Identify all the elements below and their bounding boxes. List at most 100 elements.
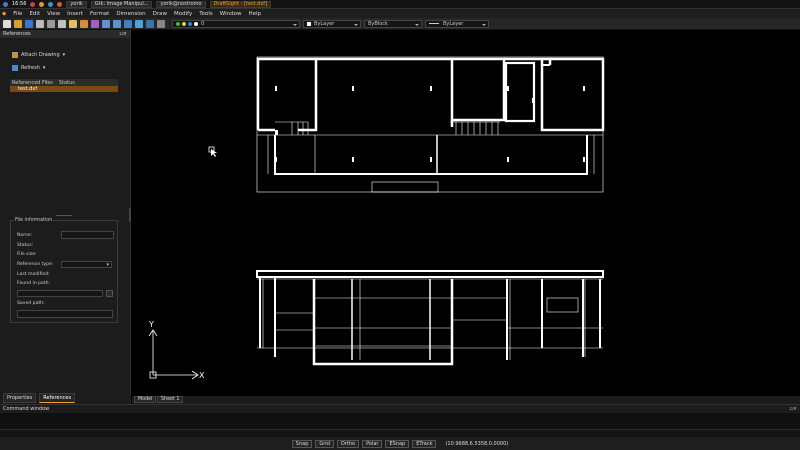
menu-format[interactable]: Format bbox=[90, 11, 109, 17]
linestyle-select[interactable]: ByBlock bbox=[364, 19, 422, 28]
launcher-icon-2[interactable] bbox=[39, 1, 45, 7]
tab-references[interactable]: References bbox=[39, 393, 76, 403]
lineweight-select[interactable]: ByLayer bbox=[425, 19, 489, 28]
file-information-title: File information bbox=[14, 218, 54, 223]
command-window: Command window ▫× bbox=[0, 404, 800, 437]
column-status[interactable]: Status bbox=[59, 80, 75, 86]
launcher-icon-3[interactable] bbox=[48, 1, 54, 7]
menu-tools[interactable]: Tools bbox=[199, 11, 213, 17]
foundpath-label: Found in path: bbox=[17, 281, 51, 286]
polar-toggle[interactable]: Polar bbox=[362, 439, 383, 448]
paste-icon[interactable] bbox=[80, 19, 88, 28]
menu-file[interactable]: File bbox=[13, 11, 22, 17]
menu-bar: ◆ File Edit View Insert Format Dimension… bbox=[0, 9, 800, 18]
layer-on-icon bbox=[176, 21, 180, 26]
file-information-group: File information Name: Status: File size… bbox=[10, 218, 118, 323]
menu-insert[interactable]: Insert bbox=[67, 11, 83, 17]
referenced-files-table: Referenced Files Status test.dxf bbox=[10, 79, 118, 92]
zoom-window-icon[interactable] bbox=[146, 19, 154, 28]
savedpath-field[interactable] bbox=[17, 310, 113, 318]
reftype-label: Reference type: bbox=[17, 262, 54, 267]
sheet-tab-bar: Model Sheet 1 bbox=[132, 396, 800, 404]
bench bbox=[371, 181, 439, 193]
app-icon: ◆ bbox=[2, 10, 7, 17]
room-wall bbox=[316, 57, 454, 127]
chevron-down-icon: ▾ bbox=[106, 262, 109, 268]
undo-icon[interactable] bbox=[102, 19, 110, 28]
lastmod-label: Last modified: bbox=[17, 272, 50, 277]
cad-drawing: Y X bbox=[148, 56, 605, 380]
browse-button[interactable] bbox=[106, 290, 113, 297]
taskbar-window-3[interactable]: yorik@nostromo bbox=[156, 0, 206, 8]
system-taskbar: 16:56 yorik Gtk: Image Manipul... yorik@… bbox=[0, 0, 800, 9]
splitter-handle[interactable] bbox=[56, 215, 72, 216]
attach-drawing-button[interactable]: Attach Drawing ▾ bbox=[12, 52, 65, 58]
crosshair-cursor-icon bbox=[208, 146, 217, 157]
match-properties-icon[interactable] bbox=[91, 19, 99, 28]
layer-manager-icon[interactable] bbox=[157, 19, 165, 28]
menu-edit[interactable]: Edit bbox=[29, 11, 40, 17]
print-icon[interactable] bbox=[36, 19, 44, 28]
name-label: Name: bbox=[17, 233, 33, 238]
tab-properties[interactable]: Properties bbox=[3, 393, 37, 403]
color-select[interactable]: ByLayer bbox=[303, 19, 361, 28]
foundpath-field[interactable] bbox=[17, 290, 103, 297]
elevation bbox=[256, 270, 604, 366]
zoom-icon[interactable] bbox=[135, 19, 143, 28]
copy-icon[interactable] bbox=[69, 19, 77, 28]
savedpath-label: Saved path: bbox=[17, 301, 45, 306]
menu-draw[interactable]: Draw bbox=[153, 11, 167, 17]
redo-icon[interactable] bbox=[113, 19, 121, 28]
menu-modify[interactable]: Modify bbox=[174, 11, 192, 17]
snap-toggle[interactable]: Snap bbox=[291, 439, 313, 448]
panel-resize-handle[interactable] bbox=[129, 208, 131, 222]
reftype-select[interactable]: ▾ bbox=[61, 261, 112, 268]
etrack-toggle[interactable]: ETrack bbox=[412, 439, 437, 448]
ortho-toggle[interactable]: Ortho bbox=[336, 439, 360, 448]
menu-window[interactable]: Window bbox=[220, 11, 242, 17]
taskbar-window-4[interactable]: DraftSight - [test.dxf] bbox=[209, 0, 272, 8]
refresh-button[interactable]: Refresh ▾ bbox=[12, 65, 45, 71]
tab-model[interactable]: Model bbox=[134, 396, 157, 403]
chevron-down-icon: ▾ bbox=[62, 52, 66, 58]
command-input[interactable] bbox=[0, 429, 800, 437]
command-output bbox=[0, 413, 800, 429]
new-file-icon[interactable] bbox=[3, 19, 11, 28]
status-label: Status: bbox=[17, 243, 34, 248]
columns bbox=[275, 86, 585, 162]
grid-toggle[interactable]: Grid bbox=[315, 439, 334, 448]
layer-select[interactable]: 0 bbox=[172, 19, 300, 28]
roof-slab bbox=[256, 270, 604, 278]
lineweight-line-icon bbox=[429, 23, 439, 24]
taskbar-clock: 16:56 bbox=[12, 1, 27, 7]
panel-float-close-icon[interactable]: ▫× bbox=[119, 31, 127, 37]
taskbar-window-2[interactable]: Gtk: Image Manipul... bbox=[90, 0, 153, 8]
references-panel: References ▫× Attach Drawing ▾ Refresh ▾… bbox=[0, 30, 131, 404]
cut-icon[interactable] bbox=[58, 19, 66, 28]
panel-float-close-icon[interactable]: ▫× bbox=[789, 406, 797, 412]
launcher-icon-1[interactable] bbox=[30, 1, 36, 7]
table-row[interactable]: test.dxf bbox=[10, 86, 118, 92]
taskbar-window-1[interactable]: yorik bbox=[66, 0, 87, 8]
column-referenced-files[interactable]: Referenced Files bbox=[12, 80, 53, 86]
room-wall bbox=[540, 57, 605, 132]
layer-lock-icon bbox=[188, 21, 192, 26]
room-wall bbox=[504, 61, 536, 123]
name-field[interactable] bbox=[61, 231, 114, 239]
layer-freeze-icon bbox=[182, 21, 186, 26]
drawing-canvas[interactable]: Y X bbox=[132, 30, 800, 403]
open-file-icon[interactable] bbox=[14, 19, 22, 28]
print-preview-icon[interactable] bbox=[47, 19, 55, 28]
pan-icon[interactable] bbox=[124, 19, 132, 28]
menu-view[interactable]: View bbox=[47, 11, 60, 17]
app-menu-icon[interactable] bbox=[3, 1, 8, 7]
launcher-icon-4[interactable] bbox=[57, 1, 63, 7]
table-header: Referenced Files Status bbox=[10, 79, 118, 86]
esnap-toggle[interactable]: ESnap bbox=[385, 439, 410, 448]
y-axis-label: Y bbox=[148, 320, 154, 329]
menu-help[interactable]: Help bbox=[248, 11, 261, 17]
tab-sheet-1[interactable]: Sheet 1 bbox=[157, 396, 184, 403]
save-icon[interactable] bbox=[25, 19, 33, 28]
panel-tab-bar: Properties References bbox=[0, 393, 131, 403]
menu-dimension[interactable]: Dimension bbox=[116, 11, 145, 17]
